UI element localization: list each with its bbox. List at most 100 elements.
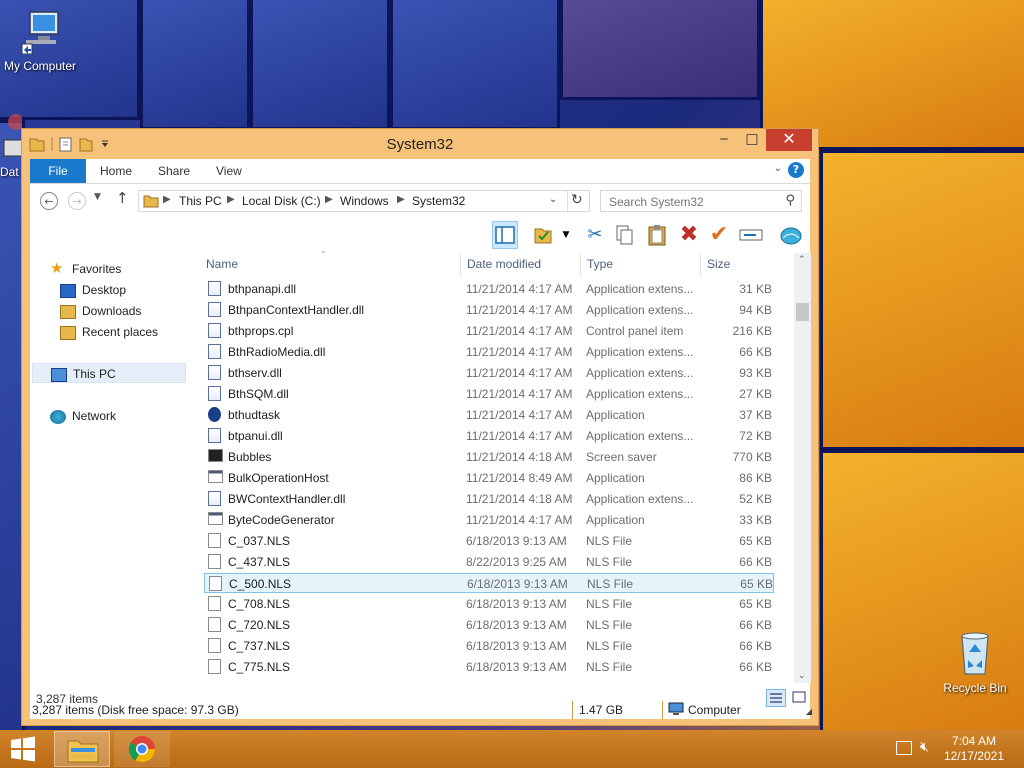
ribbon-tabs: File Home Share View ⌄ ? xyxy=(30,159,810,184)
help-icon[interactable]: ? xyxy=(788,162,804,178)
network-button[interactable] xyxy=(778,221,804,249)
volume-muted-icon[interactable]: 🔇︎ xyxy=(920,739,929,755)
maximize-button[interactable]: □ xyxy=(738,129,766,151)
scrollbar-thumb[interactable] xyxy=(796,303,809,321)
close-button[interactable]: ✕ xyxy=(766,129,812,151)
file-size: 66 KB xyxy=(739,618,772,632)
forward-button[interactable]: → xyxy=(68,192,86,210)
file-row[interactable]: Bubbles 11/21/2014 4:18 AM Screen saver 770… xyxy=(204,447,774,467)
title-bar[interactable]: System32 ‒ □ ✕ xyxy=(22,129,818,159)
file-row[interactable]: C_775.NLS 6/18/2013 9:13 AM NLS File 66 KB xyxy=(204,657,774,677)
nav-network[interactable]: Network xyxy=(50,406,116,426)
desktop-icon-recycle-bin[interactable]: Recycle Bin xyxy=(935,630,1015,695)
file-icon xyxy=(209,576,222,591)
file-icon xyxy=(208,596,221,611)
file-row[interactable]: BthSQM.dll 11/21/2014 4:17 AM Application … xyxy=(204,384,774,404)
file-row[interactable]: btpanui.dll 11/21/2014 4:17 AM Application… xyxy=(204,426,774,446)
desktop-icon-dat[interactable]: Dat xyxy=(0,110,22,179)
star-icon: ★ xyxy=(50,259,64,277)
minimize-button[interactable]: ‒ xyxy=(710,129,738,151)
nav-recent-places[interactable]: Recent places xyxy=(60,322,158,342)
file-row[interactable]: ByteCodeGenerator 11/21/2014 4:17 AM Appli… xyxy=(204,510,774,530)
column-divider[interactable] xyxy=(700,253,701,277)
dropdown-arrow-icon[interactable]: ▼ xyxy=(560,221,572,249)
copy-button[interactable] xyxy=(612,221,638,249)
tab-home[interactable]: Home xyxy=(100,159,132,183)
folder-options-button[interactable] xyxy=(532,221,558,249)
file-row[interactable]: bthudtask 11/21/2014 4:17 AM Application 37… xyxy=(204,405,774,425)
file-row[interactable]: C_720.NLS 6/18/2013 9:13 AM NLS File 66 KB xyxy=(204,615,774,635)
nav-desktop[interactable]: Desktop xyxy=(60,280,126,300)
action-center-icon[interactable] xyxy=(896,741,912,755)
recent-locations-icon[interactable]: ▼ xyxy=(94,192,101,202)
file-row[interactable]: C_500.NLS 6/18/2013 9:13 AM NLS File 65 KB xyxy=(204,573,774,593)
file-row[interactable]: bthserv.dll 11/21/2014 4:17 AM Application… xyxy=(204,363,774,383)
file-size: 66 KB xyxy=(739,639,772,653)
network-icon xyxy=(50,409,66,424)
preview-pane-icon xyxy=(495,226,515,244)
file-row[interactable]: BthRadioMedia.dll 11/21/2014 4:17 AM Appli… xyxy=(204,342,774,362)
breadcrumb-local-disk[interactable]: Local Disk (C:) xyxy=(242,194,321,208)
file-size: 65 KB xyxy=(739,534,772,548)
file-row[interactable]: BWContextHandler.dll 11/21/2014 4:18 AM Ap… xyxy=(204,489,774,509)
search-icon[interactable]: ⚲ xyxy=(785,193,795,208)
column-header-size[interactable]: Size xyxy=(707,257,730,271)
file-date: 11/21/2014 4:18 AM xyxy=(466,450,573,464)
address-dropdown-icon[interactable]: ⌄ xyxy=(549,194,557,205)
file-row[interactable]: BulkOperationHost 11/21/2014 8:49 AM Appli… xyxy=(204,468,774,488)
tab-share[interactable]: Share xyxy=(158,159,190,183)
preview-pane-button[interactable] xyxy=(492,221,518,249)
search-input[interactable] xyxy=(607,192,781,212)
file-row[interactable]: C_437.NLS 8/22/2013 9:25 AM NLS File 66 KB xyxy=(204,552,774,572)
column-header-name[interactable]: Name xyxy=(206,257,238,271)
file-name: bthserv.dll xyxy=(228,366,282,380)
column-divider[interactable] xyxy=(580,253,581,277)
file-date: 11/21/2014 8:49 AM xyxy=(466,471,573,485)
scroll-up-icon[interactable]: ⌃ xyxy=(798,255,806,265)
search-box[interactable]: ⚲ xyxy=(600,190,802,212)
file-row[interactable]: BthpanContextHandler.dll 11/21/2014 4:17 … xyxy=(204,300,774,320)
paste-button[interactable] xyxy=(644,221,670,249)
copy-icon xyxy=(616,225,633,245)
breadcrumb-windows[interactable]: Windows xyxy=(340,194,389,208)
nav-downloads[interactable]: Downloads xyxy=(60,301,141,321)
clock[interactable]: 7:04 AM 12/17/2021 xyxy=(944,734,1004,764)
breadcrumb-system32[interactable]: System32 xyxy=(412,194,465,208)
file-row[interactable]: C_737.NLS 6/18/2013 9:13 AM NLS File 66 KB xyxy=(204,636,774,656)
delete-icon[interactable]: ✖ xyxy=(676,221,702,249)
checkmark-icon[interactable]: ✔ xyxy=(706,221,732,249)
breadcrumb-this-pc[interactable]: This PC xyxy=(179,194,222,208)
nav-favorites[interactable]: ★ Favorites xyxy=(50,259,121,279)
file-name: Bubbles xyxy=(228,450,272,464)
divider xyxy=(567,191,568,211)
expand-ribbon-icon[interactable]: ⌄ xyxy=(774,163,782,174)
rename-button[interactable] xyxy=(738,221,764,249)
file-row[interactable]: bthpanapi.dll 11/21/2014 4:17 AM Applicati… xyxy=(204,279,774,299)
file-size: 93 KB xyxy=(739,366,772,380)
file-row[interactable]: C_708.NLS 6/18/2013 9:13 AM NLS File 65 KB xyxy=(204,594,774,614)
scroll-down-icon[interactable]: ⌄ xyxy=(798,671,806,681)
file-name: C_775.NLS xyxy=(228,660,291,674)
vertical-scrollbar[interactable]: ⌃ ⌄ xyxy=(794,253,811,683)
tab-file[interactable]: File xyxy=(30,159,86,183)
back-button[interactable]: ← xyxy=(40,192,58,210)
start-button[interactable] xyxy=(8,731,42,767)
column-header-date[interactable]: Date modified xyxy=(467,257,541,271)
refresh-icon[interactable]: ↻ xyxy=(571,192,583,208)
desktop-icon-my-computer[interactable]: My Computer xyxy=(0,10,80,73)
resize-grip-icon[interactable]: ◢ xyxy=(806,707,812,716)
tab-view[interactable]: View xyxy=(216,159,242,183)
up-arrow-icon[interactable]: ↑ xyxy=(116,189,129,207)
file-row[interactable]: bthprops.cpl 11/21/2014 4:17 AM Control pa… xyxy=(204,321,774,341)
cut-icon[interactable]: ✂ xyxy=(582,221,608,249)
taskbar-chrome[interactable] xyxy=(114,731,170,767)
nav-this-pc[interactable]: This PC xyxy=(32,363,186,383)
column-divider[interactable] xyxy=(460,253,461,277)
address-bar[interactable]: ▶ This PC ▶ Local Disk (C:) ▶ Windows ▶ … xyxy=(138,190,590,212)
file-row[interactable]: C_037.NLS 6/18/2013 9:13 AM NLS File 65 KB xyxy=(204,531,774,551)
sort-arrow-icon: ⌃ xyxy=(320,250,327,259)
explorer-window: System32 ‒ □ ✕ File Home Share View ⌄ ? … xyxy=(21,128,819,726)
taskbar-file-explorer[interactable] xyxy=(54,731,110,767)
column-header-type[interactable]: Type xyxy=(587,257,613,271)
file-type: NLS File xyxy=(586,597,633,611)
